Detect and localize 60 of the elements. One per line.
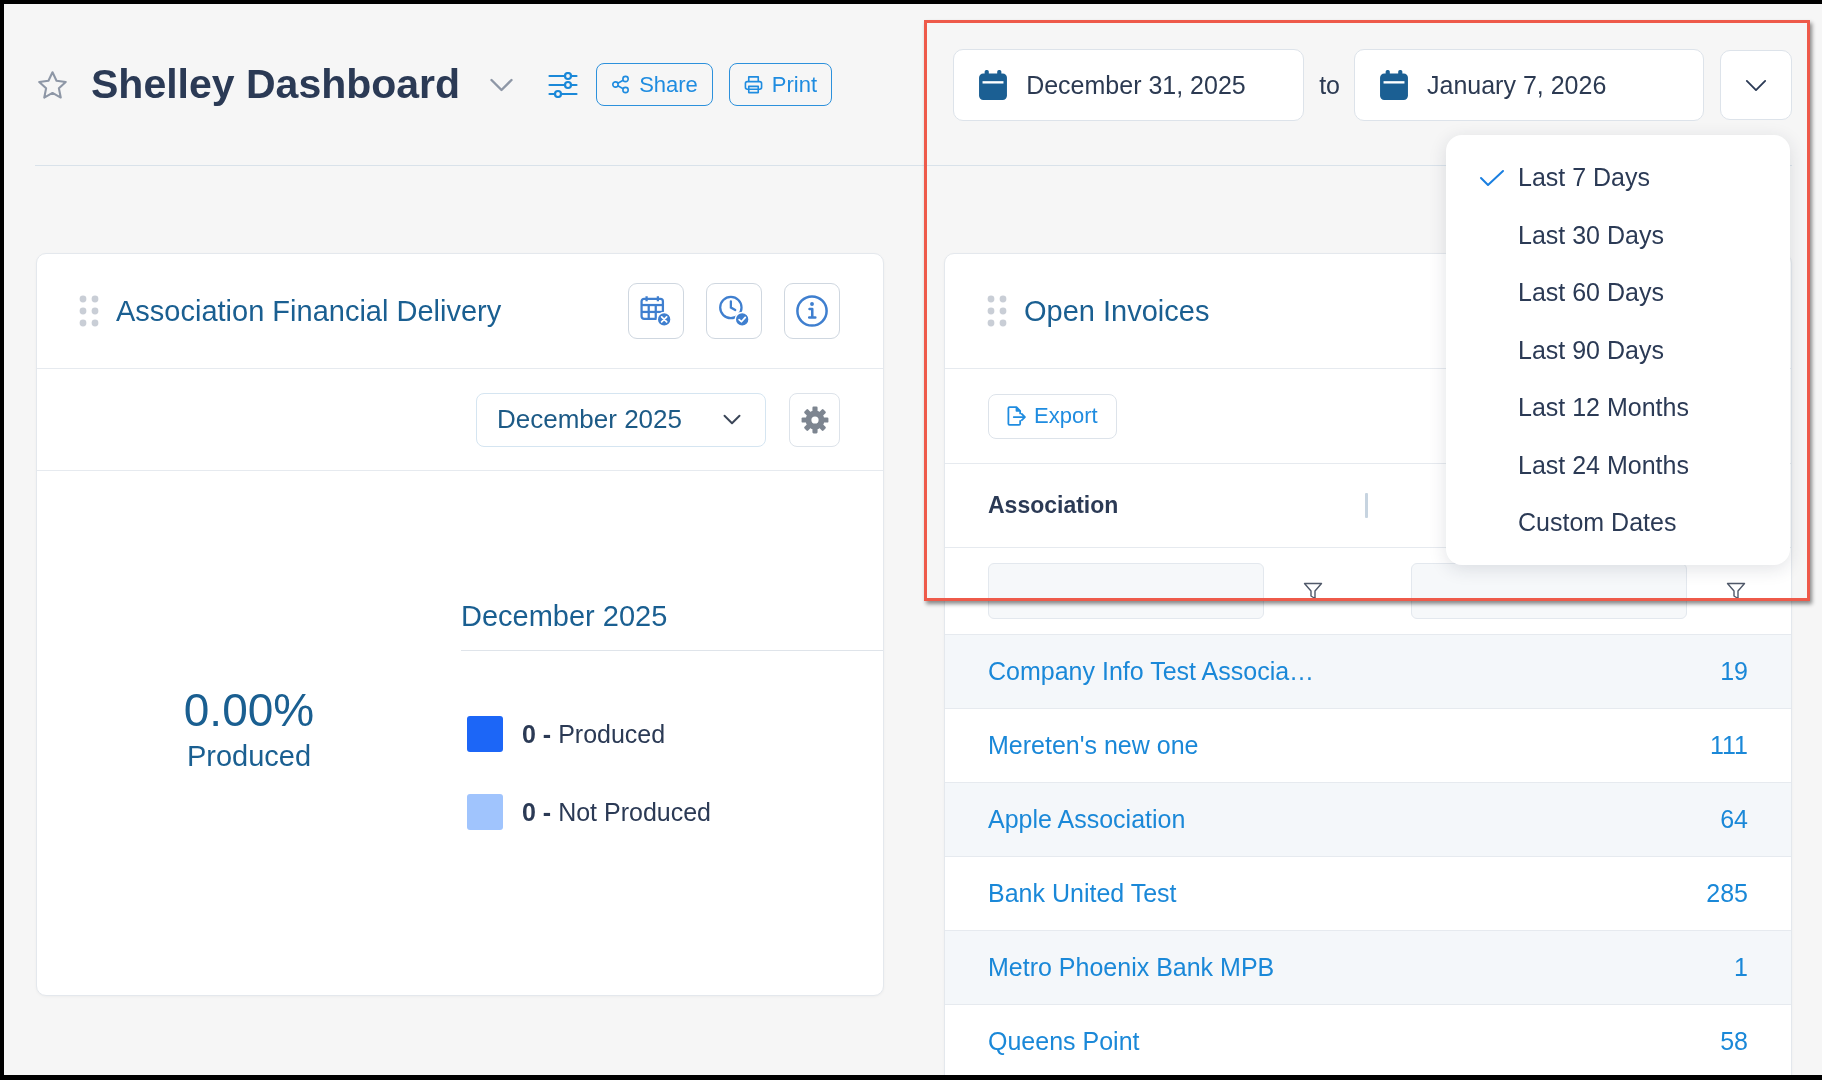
clock-button[interactable] [706,283,762,339]
chart-title: December 2025 [461,599,883,651]
menu-item[interactable]: Last 24 Months [1446,436,1790,494]
count-link[interactable]: 64 [1720,805,1748,834]
range-separator: to [1319,70,1340,100]
count-link[interactable]: 58 [1720,1027,1748,1056]
legend-label: 0 - Produced [522,719,666,749]
end-date-field[interactable]: January 7, 2026 [1354,49,1704,121]
association-link[interactable]: Queens Point [988,1027,1140,1056]
info-button[interactable] [784,283,840,339]
settings-icon [800,405,829,434]
count-link[interactable]: 19 [1720,657,1748,686]
star-icon[interactable] [38,71,67,99]
percent-value: 0.00% [183,684,315,737]
month-select[interactable]: December 2025 [476,392,766,447]
filter-field[interactable] [1411,563,1687,619]
menu-item[interactable]: Custom Dates [1446,494,1790,552]
filter-icon[interactable] [1726,582,1746,600]
settings-button[interactable] [789,392,840,447]
filter-icon[interactable] [1303,582,1323,600]
filter-field[interactable] [988,563,1264,619]
calendar-icon [1380,70,1408,100]
legend-label: 0 - Not Produced [522,797,711,827]
menu-item[interactable]: Last 7 Days [1446,149,1790,207]
drag-handle-icon[interactable] [79,295,99,327]
print-button[interactable]: Print [728,63,833,107]
column-resize-handle[interactable] [1365,493,1368,518]
export-button[interactable]: Export [988,393,1117,439]
menu-item[interactable]: Last 30 Days [1446,206,1790,264]
count-link[interactable]: 1 [1734,953,1748,982]
association-link[interactable]: Company Info Test Associa… [988,657,1315,686]
drag-handle-icon[interactable] [987,295,1007,327]
menu-item[interactable]: Last 60 Days [1446,264,1790,322]
count-link[interactable]: 111 [1710,731,1748,760]
dashboard-title: Shelley Dashboard [91,61,461,109]
chevron-down-icon [1745,78,1767,92]
export-icon [1007,406,1026,426]
association-link[interactable]: Apple Association [988,805,1186,834]
column-header: Association [988,492,1119,519]
share-button[interactable]: Share [596,63,713,107]
calendar-icon [979,70,1008,100]
widget-title: Association Financial Delivery [116,294,502,328]
percent-label: Produced [186,738,312,774]
association-link[interactable]: Mereten's new one [988,731,1199,760]
menu-item[interactable]: Last 12 Months [1446,379,1790,437]
calendar-x-icon [640,295,672,327]
count-link[interactable]: 285 [1706,879,1748,908]
widget-title: Open Invoices [1024,294,1210,328]
start-date-field[interactable]: December 31, 2025 [953,49,1305,121]
share-icon [611,75,631,95]
calendar-button[interactable] [628,283,684,339]
chevron-down-icon [723,414,741,425]
association-link[interactable]: Bank United Test [988,879,1177,908]
info-icon [796,295,828,327]
chevron-down-icon[interactable] [489,78,515,92]
association-link[interactable]: Metro Phoenix Bank MPB [988,953,1275,982]
sliders-icon[interactable] [548,72,579,98]
clock-check-icon [718,295,750,327]
printer-icon [743,75,763,95]
menu-item[interactable]: Last 90 Days [1446,321,1790,379]
